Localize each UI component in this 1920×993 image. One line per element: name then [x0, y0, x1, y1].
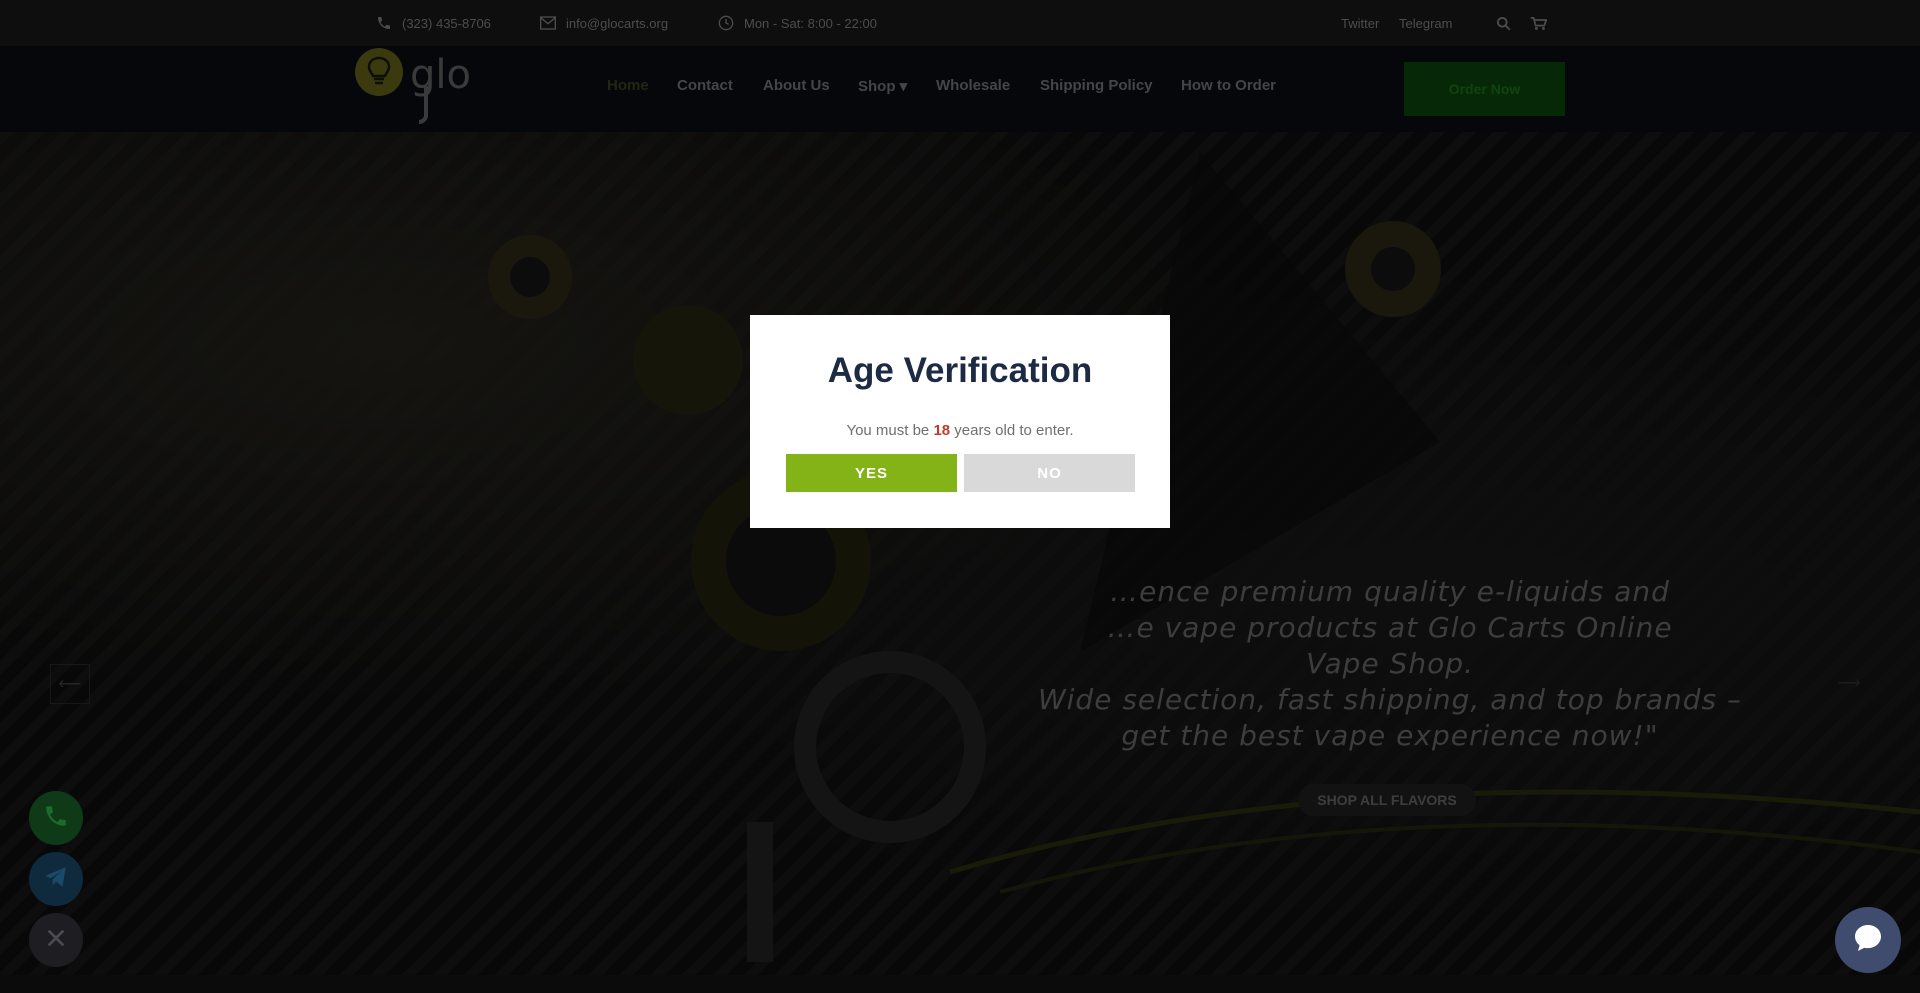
telegram-icon [43, 864, 69, 895]
floating-close-button[interactable] [29, 913, 83, 967]
phone-icon [43, 803, 69, 834]
floating-call-button[interactable] [29, 791, 83, 845]
yes-button[interactable]: YES [786, 454, 957, 492]
modal-message: You must be 18 years old to enter. [750, 422, 1170, 439]
floating-telegram-button[interactable] [29, 852, 83, 906]
chat-widget-button[interactable] [1835, 907, 1901, 973]
age-requirement: 18 [933, 422, 951, 439]
modal-title: Age Verification [827, 351, 1093, 390]
message-suffix: years old to enter. [950, 422, 1074, 439]
close-icon [45, 927, 67, 954]
chat-bubble-icon [1852, 922, 1884, 959]
age-verification-modal: Age Verification You must be 18 years ol… [750, 315, 1170, 528]
message-prefix: You must be [846, 422, 934, 439]
no-button[interactable]: NO [964, 454, 1135, 492]
